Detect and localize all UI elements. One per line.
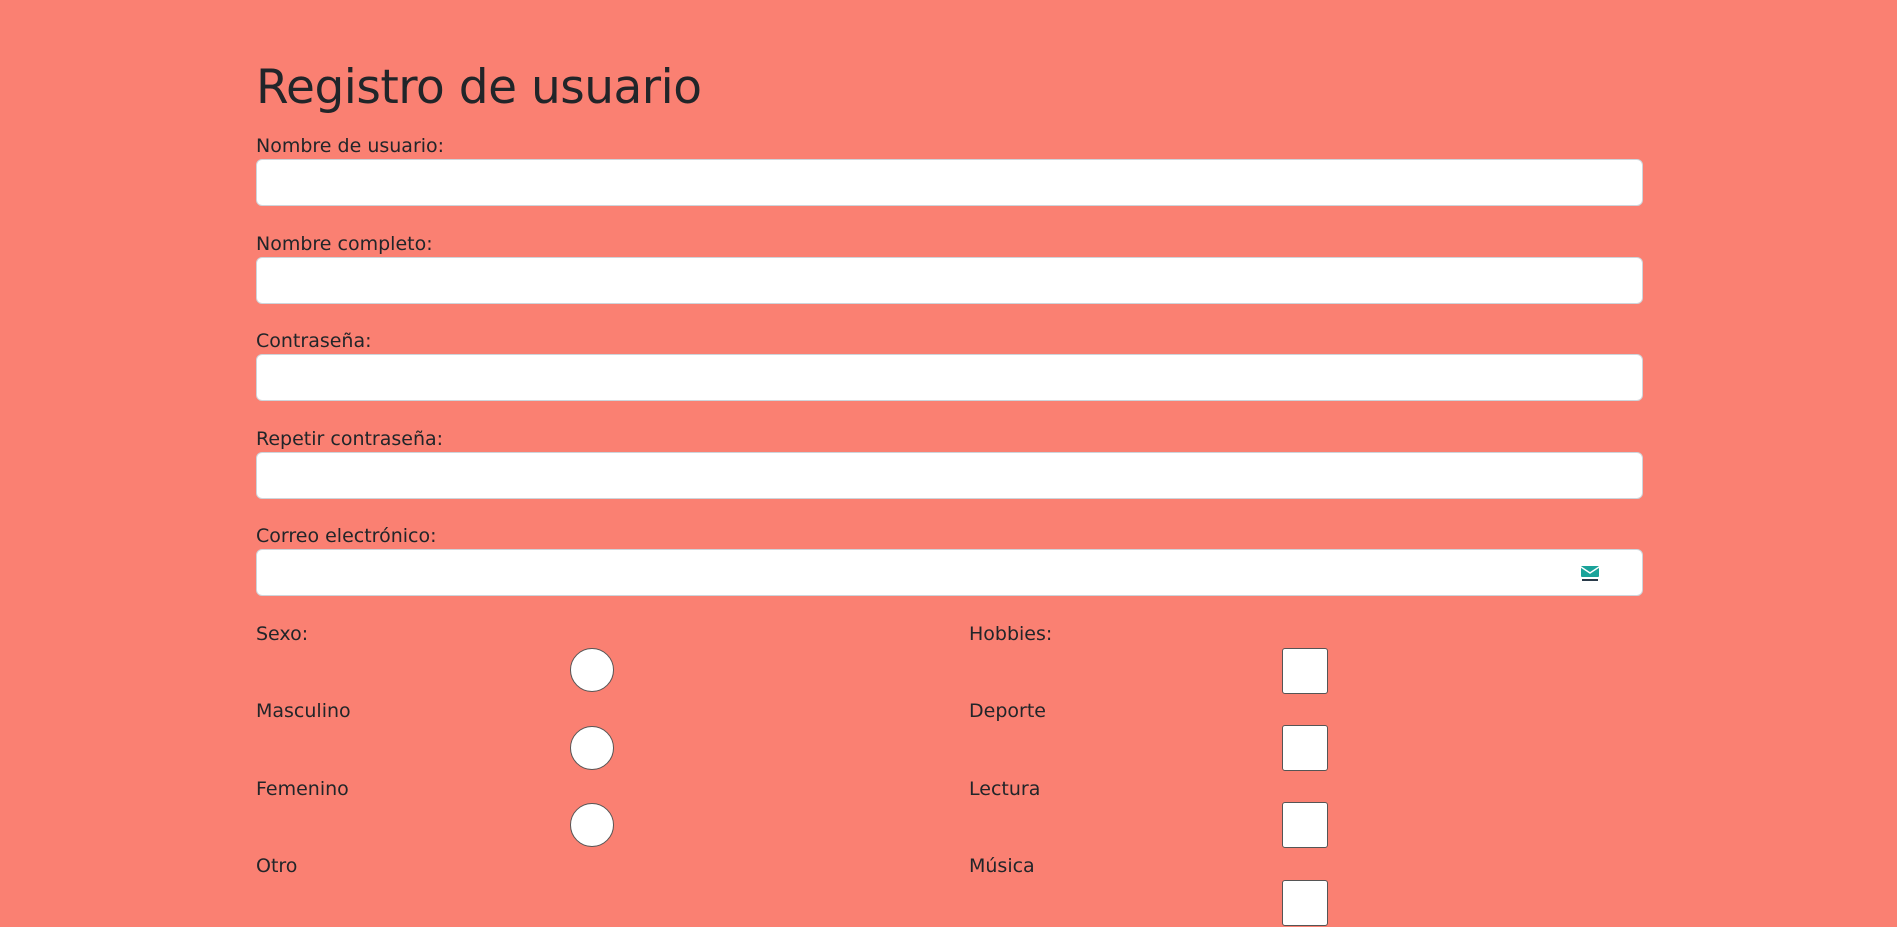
- sex-radio-masculino[interactable]: [570, 648, 614, 692]
- password-repeat-input[interactable]: [256, 452, 1643, 499]
- hobby-option-deporte: Deporte: [969, 700, 1046, 722]
- hobby-checkbox-lectura[interactable]: [1282, 725, 1328, 771]
- hobbies-label: Hobbies:: [969, 623, 1053, 645]
- hobby-checkbox-deporte[interactable]: [1282, 648, 1328, 694]
- mail-extension-icon[interactable]: [1580, 565, 1600, 583]
- password-repeat-label: Repetir contraseña:: [256, 428, 444, 450]
- hobby-option-musica: Música: [969, 855, 1035, 877]
- sex-radio-otro[interactable]: [570, 803, 614, 847]
- page-title: Registro de usuario: [256, 60, 702, 115]
- password-input[interactable]: [256, 354, 1643, 401]
- sex-radio-femenino[interactable]: [570, 726, 614, 770]
- email-label: Correo electrónico:: [256, 525, 437, 547]
- sex-option-femenino: Femenino: [256, 778, 349, 800]
- username-label: Nombre de usuario:: [256, 135, 445, 157]
- sex-option-masculino: Masculino: [256, 700, 351, 722]
- hobby-option-lectura: Lectura: [969, 778, 1041, 800]
- fullname-input[interactable]: [256, 257, 1643, 304]
- sex-option-otro: Otro: [256, 855, 298, 877]
- fullname-label: Nombre completo:: [256, 233, 433, 255]
- hobby-checkbox-musica[interactable]: [1282, 802, 1328, 848]
- sex-label: Sexo:: [256, 623, 309, 645]
- email-input[interactable]: [256, 549, 1643, 596]
- password-label: Contraseña:: [256, 330, 372, 352]
- username-input[interactable]: [256, 159, 1643, 206]
- hobby-checkbox-extra[interactable]: [1282, 880, 1328, 926]
